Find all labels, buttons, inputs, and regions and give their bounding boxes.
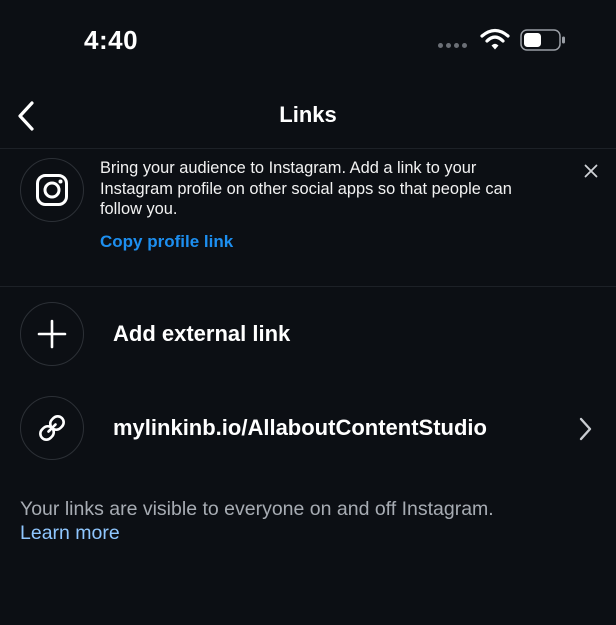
add-external-link-label: Add external link: [113, 321, 291, 346]
add-external-link-button[interactable]: Add external link: [0, 298, 616, 370]
promo-card: Bring your audience to Instagram. Add a …: [0, 150, 616, 286]
instagram-icon: [36, 174, 68, 206]
battery-icon: [520, 29, 565, 51]
plus-icon: [37, 319, 67, 349]
page-title: Links: [279, 102, 337, 127]
navigation-bar: Links: [0, 88, 616, 144]
divider: [0, 286, 616, 287]
status-time: 4:40: [84, 25, 139, 55]
link-icon: [39, 415, 65, 441]
link-list-item[interactable]: mylinkinb.io/AllaboutContentStudio: [0, 392, 616, 464]
link-icon-container: [20, 396, 84, 460]
close-icon: [584, 164, 598, 178]
wifi-icon: [480, 28, 510, 50]
copy-profile-link[interactable]: Copy profile link: [100, 232, 233, 252]
link-url: mylinkinb.io/AllaboutContentStudio: [113, 415, 487, 440]
divider: [0, 148, 616, 149]
promo-icon-container: [20, 158, 84, 222]
promo-description: Bring your audience to Instagram. Add a …: [100, 159, 512, 218]
add-icon-container: [20, 302, 84, 366]
dismiss-promo-button[interactable]: [580, 160, 602, 182]
chevron-right-icon: [579, 417, 592, 441]
learn-more-link[interactable]: Learn more: [20, 522, 120, 545]
status-bar: 4:40: [0, 0, 616, 80]
cellular-signal-icon: [438, 43, 467, 48]
links-visibility-note: Your links are visible to everyone on an…: [20, 498, 494, 520]
